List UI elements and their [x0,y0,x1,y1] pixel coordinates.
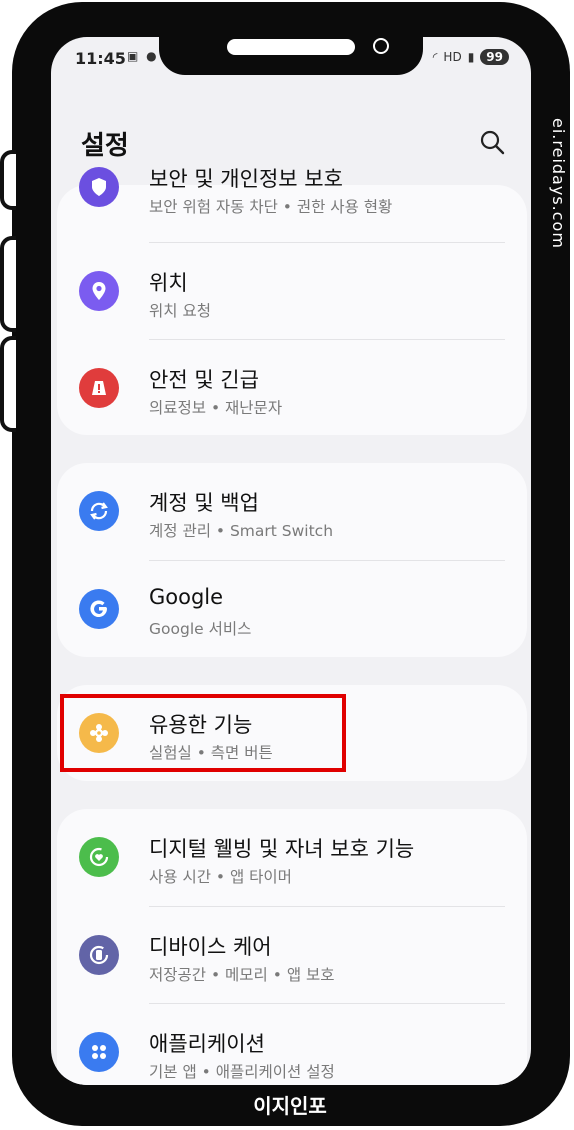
phone-volume-up-button [0,236,16,332]
setting-label: 계정 및 백업 [149,491,259,515]
phone-screen: 11:45 ▣ ● ◜ HD ▮ 99 설정 보안 및 개인정보 보호 보안 위… [51,37,531,1085]
setting-item-safety[interactable]: 안전 및 긴급 의료정보 • 재난문자 [57,340,527,436]
setting-label: 보안 및 개인정보 보호 [149,167,343,191]
sync-icon [79,491,119,531]
setting-sub: Google 서비스 [149,620,252,638]
setting-item-location[interactable]: 위치 위치 요청 [57,243,527,339]
battery-indicator: 99 [480,49,509,65]
highlight-box [60,694,346,772]
status-left-icons: ▣ ● [127,49,159,63]
status-right-icons: ◜ HD ▮ 99 [433,49,509,65]
phone-volume-down-button [0,336,16,432]
setting-sub: 의료정보 • 재난문자 [149,399,283,417]
setting-label: 애플리케이션 [149,1032,265,1056]
setting-label: 디지털 웰빙 및 자녀 보호 기능 [149,837,415,861]
settings-card-device: 디지털 웰빙 및 자녀 보호 기능 사용 시간 • 앱 타이머 디바이스 케어 … [57,809,527,1085]
setting-sub: 사용 시간 • 앱 타이머 [149,868,292,886]
setting-sub: 계정 관리 • Smart Switch [149,522,334,540]
speaker-pill [227,39,355,55]
emergency-icon [79,368,119,408]
setting-item-device-care[interactable]: 디바이스 케어 저장공간 • 메모리 • 앱 보호 [57,907,527,1003]
screenshot-icon: ▣ [127,49,141,63]
wellbeing-icon [79,837,119,877]
settings-card-security: 보안 및 개인정보 보호 보안 위험 자동 차단 • 권한 사용 현황 위치 위… [57,167,527,436]
status-time: 11:45 [75,49,126,68]
settings-card-accounts: 계정 및 백업 계정 관리 • Smart Switch Google Goog… [57,463,527,657]
bottom-watermark: 이지인포 [253,1094,327,1118]
setting-label: 안전 및 긴급 [149,368,259,392]
setting-item-security[interactable]: 보안 및 개인정보 보호 보안 위험 자동 차단 • 권한 사용 현황 [57,139,527,235]
setting-label: Google [149,585,224,609]
setting-item-digital-wellbeing[interactable]: 디지털 웰빙 및 자녀 보호 기능 사용 시간 • 앱 타이머 [57,809,527,905]
camera-notch [159,37,423,75]
google-icon [79,589,119,629]
shield-icon [79,167,119,207]
setting-item-accounts-backup[interactable]: 계정 및 백업 계정 관리 • Smart Switch [57,463,527,559]
signal-icon: ▮ [467,50,475,64]
apps-icon [79,1032,119,1072]
device-care-icon [79,935,119,975]
setting-sub: 저장공간 • 메모리 • 앱 보호 [149,966,335,984]
setting-label: 위치 [149,271,188,295]
setting-sub: 기본 앱 • 애플리케이션 설정 [149,1063,335,1081]
setting-sub: 위치 요청 [149,302,211,320]
hd-icon: HD [443,50,462,64]
location-pin-icon [79,271,119,311]
setting-sub: 보안 위험 자동 차단 • 권한 사용 현황 [149,198,393,216]
setting-label: 디바이스 케어 [149,935,272,959]
side-watermark: ei.reidays.com [549,118,568,249]
setting-item-applications[interactable]: 애플리케이션 기본 앱 • 애플리케이션 설정 [57,1004,527,1085]
camera-icon [373,38,389,54]
talk-icon: ● [146,49,159,63]
wifi-icon: ◜ [432,50,438,64]
setting-item-google[interactable]: Google Google 서비스 [57,561,527,657]
phone-side-button [0,150,16,210]
